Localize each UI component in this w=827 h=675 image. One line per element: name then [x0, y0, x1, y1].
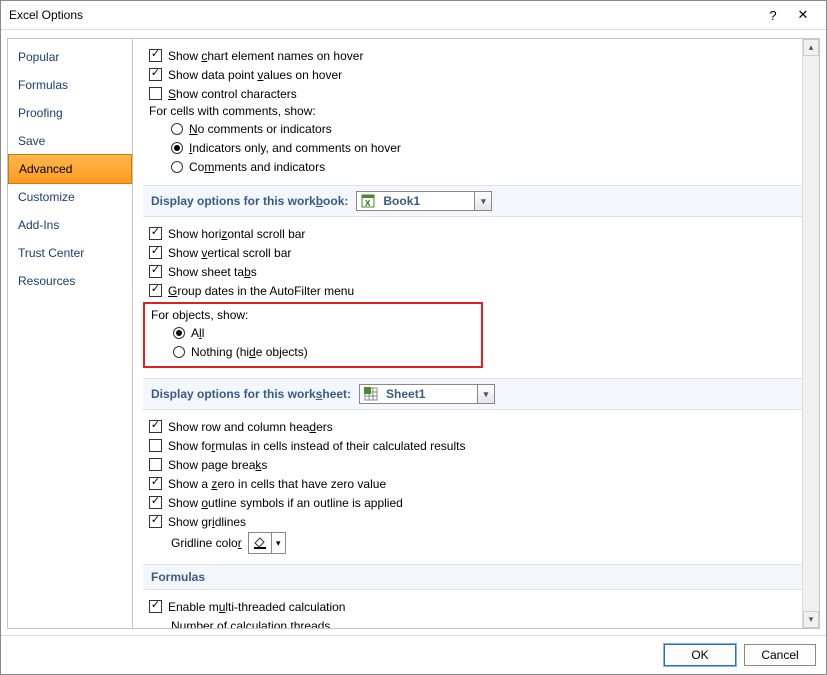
options-panel: Show chart element names on hover Show d…	[133, 39, 802, 628]
label-threads: Number of calculation threads	[171, 619, 330, 629]
radio-objects-nothing[interactable]	[173, 346, 185, 358]
checkbox-sheet-tabs[interactable]	[149, 265, 162, 278]
titlebar: Excel Options ? ✕	[1, 1, 826, 30]
section-worksheet: Display options for this worksheet: Shee…	[143, 378, 802, 410]
checkbox-show-formulas[interactable]	[149, 439, 162, 452]
ok-button[interactable]: OK	[664, 644, 736, 666]
checkbox-outline[interactable]	[149, 496, 162, 509]
checkbox-control-chars[interactable]	[149, 87, 162, 100]
sidebar-item-proofing[interactable]: Proofing	[8, 99, 132, 127]
paint-bucket-icon	[249, 535, 271, 551]
sidebar-item-resources[interactable]: Resources	[8, 267, 132, 295]
sidebar: Popular Formulas Proofing Save Advanced …	[7, 38, 133, 629]
sidebar-item-formulas[interactable]: Formulas	[8, 71, 132, 99]
label-comments-indicators: Comments and indicators	[189, 160, 325, 174]
checkbox-chart-names[interactable]	[149, 49, 162, 62]
section-formulas: Formulas	[143, 564, 802, 590]
chevron-down-icon[interactable]: ▾	[474, 192, 491, 210]
label-hscroll: Show horizontal scroll bar	[168, 227, 305, 241]
highlight-objects: For objects, show: All Nothing (hide obj…	[143, 302, 483, 368]
excel-sheet-icon	[363, 386, 379, 402]
sidebar-item-customize[interactable]: Customize	[8, 183, 132, 211]
chevron-down-icon[interactable]: ▾	[477, 385, 494, 403]
excel-options-dialog: Excel Options ? ✕ Popular Formulas Proof…	[0, 0, 827, 675]
scroll-track[interactable]	[803, 56, 819, 611]
scroll-up-icon[interactable]: ▴	[803, 39, 819, 56]
dropdown-worksheet[interactable]: Sheet1 ▾	[359, 384, 495, 404]
radio-objects-all[interactable]	[173, 327, 185, 339]
checkbox-hscroll[interactable]	[149, 227, 162, 240]
radio-comments-indicators[interactable]	[171, 161, 183, 173]
label-sheet-tabs: Show sheet tabs	[168, 265, 257, 279]
sidebar-item-advanced[interactable]: Advanced	[8, 154, 132, 184]
dialog-title: Excel Options	[9, 8, 758, 22]
label-group-dates: Group dates in the AutoFilter menu	[168, 284, 354, 298]
dropdown-worksheet-value: Sheet1	[382, 387, 477, 401]
checkbox-multithread[interactable]	[149, 600, 162, 613]
label-show-formulas: Show formulas in cells instead of their …	[168, 439, 465, 453]
dropdown-workbook[interactable]: X Book1 ▾	[356, 191, 492, 211]
sidebar-item-save[interactable]: Save	[8, 127, 132, 155]
excel-workbook-icon: X	[360, 193, 376, 209]
checkbox-vscroll[interactable]	[149, 246, 162, 259]
label-no-comments: No comments or indicators	[189, 122, 332, 136]
cancel-button[interactable]: Cancel	[744, 644, 816, 666]
checkbox-data-point[interactable]	[149, 68, 162, 81]
label-multithread: Enable multi-threaded calculation	[168, 600, 345, 614]
label-objects-nothing: Nothing (hide objects)	[191, 345, 308, 359]
gridline-color-picker[interactable]: ▾	[248, 532, 286, 554]
label-data-point: Show data point values on hover	[168, 68, 342, 82]
section-workbook: Display options for this workbook: X Boo…	[143, 185, 802, 217]
label-comments-show: For cells with comments, show:	[143, 104, 802, 118]
help-button[interactable]: ?	[758, 8, 788, 23]
checkbox-zero[interactable]	[149, 477, 162, 490]
dropdown-workbook-value: Book1	[379, 194, 474, 208]
checkbox-page-breaks[interactable]	[149, 458, 162, 471]
scroll-down-icon[interactable]: ▾	[803, 611, 819, 628]
label-zero: Show a zero in cells that have zero valu…	[168, 477, 386, 491]
sidebar-item-trust-center[interactable]: Trust Center	[8, 239, 132, 267]
label-row-col: Show row and column headers	[168, 420, 333, 434]
checkbox-group-dates[interactable]	[149, 284, 162, 297]
label-objects-all: All	[191, 326, 204, 340]
chevron-down-icon[interactable]: ▾	[271, 533, 285, 553]
label-gridline-color: Gridline color	[171, 536, 242, 550]
label-indicators-only: Indicators only, and comments on hover	[189, 141, 401, 155]
section-formulas-label: Formulas	[151, 570, 205, 584]
section-worksheet-label: Display options for this worksheet:	[151, 387, 351, 401]
svg-text:X: X	[365, 199, 371, 208]
label-chart-names: Show chart element names on hover	[168, 49, 363, 63]
radio-indicators-only[interactable]	[171, 142, 183, 154]
checkbox-row-col[interactable]	[149, 420, 162, 433]
section-workbook-label: Display options for this workbook:	[151, 194, 348, 208]
label-objects-show: For objects, show:	[145, 308, 481, 322]
checkbox-gridlines[interactable]	[149, 515, 162, 528]
vertical-scrollbar[interactable]: ▴ ▾	[802, 39, 819, 628]
label-outline: Show outline symbols if an outline is ap…	[168, 496, 403, 510]
label-page-breaks: Show page breaks	[168, 458, 267, 472]
close-button[interactable]: ✕	[788, 7, 818, 23]
radio-no-comments[interactable]	[171, 123, 183, 135]
label-vscroll: Show vertical scroll bar	[168, 246, 291, 260]
sidebar-item-addins[interactable]: Add-Ins	[8, 211, 132, 239]
label-control-chars: Show control characters	[168, 87, 297, 101]
dialog-footer: OK Cancel	[1, 635, 826, 674]
label-gridlines: Show gridlines	[168, 515, 246, 529]
sidebar-item-popular[interactable]: Popular	[8, 43, 132, 71]
